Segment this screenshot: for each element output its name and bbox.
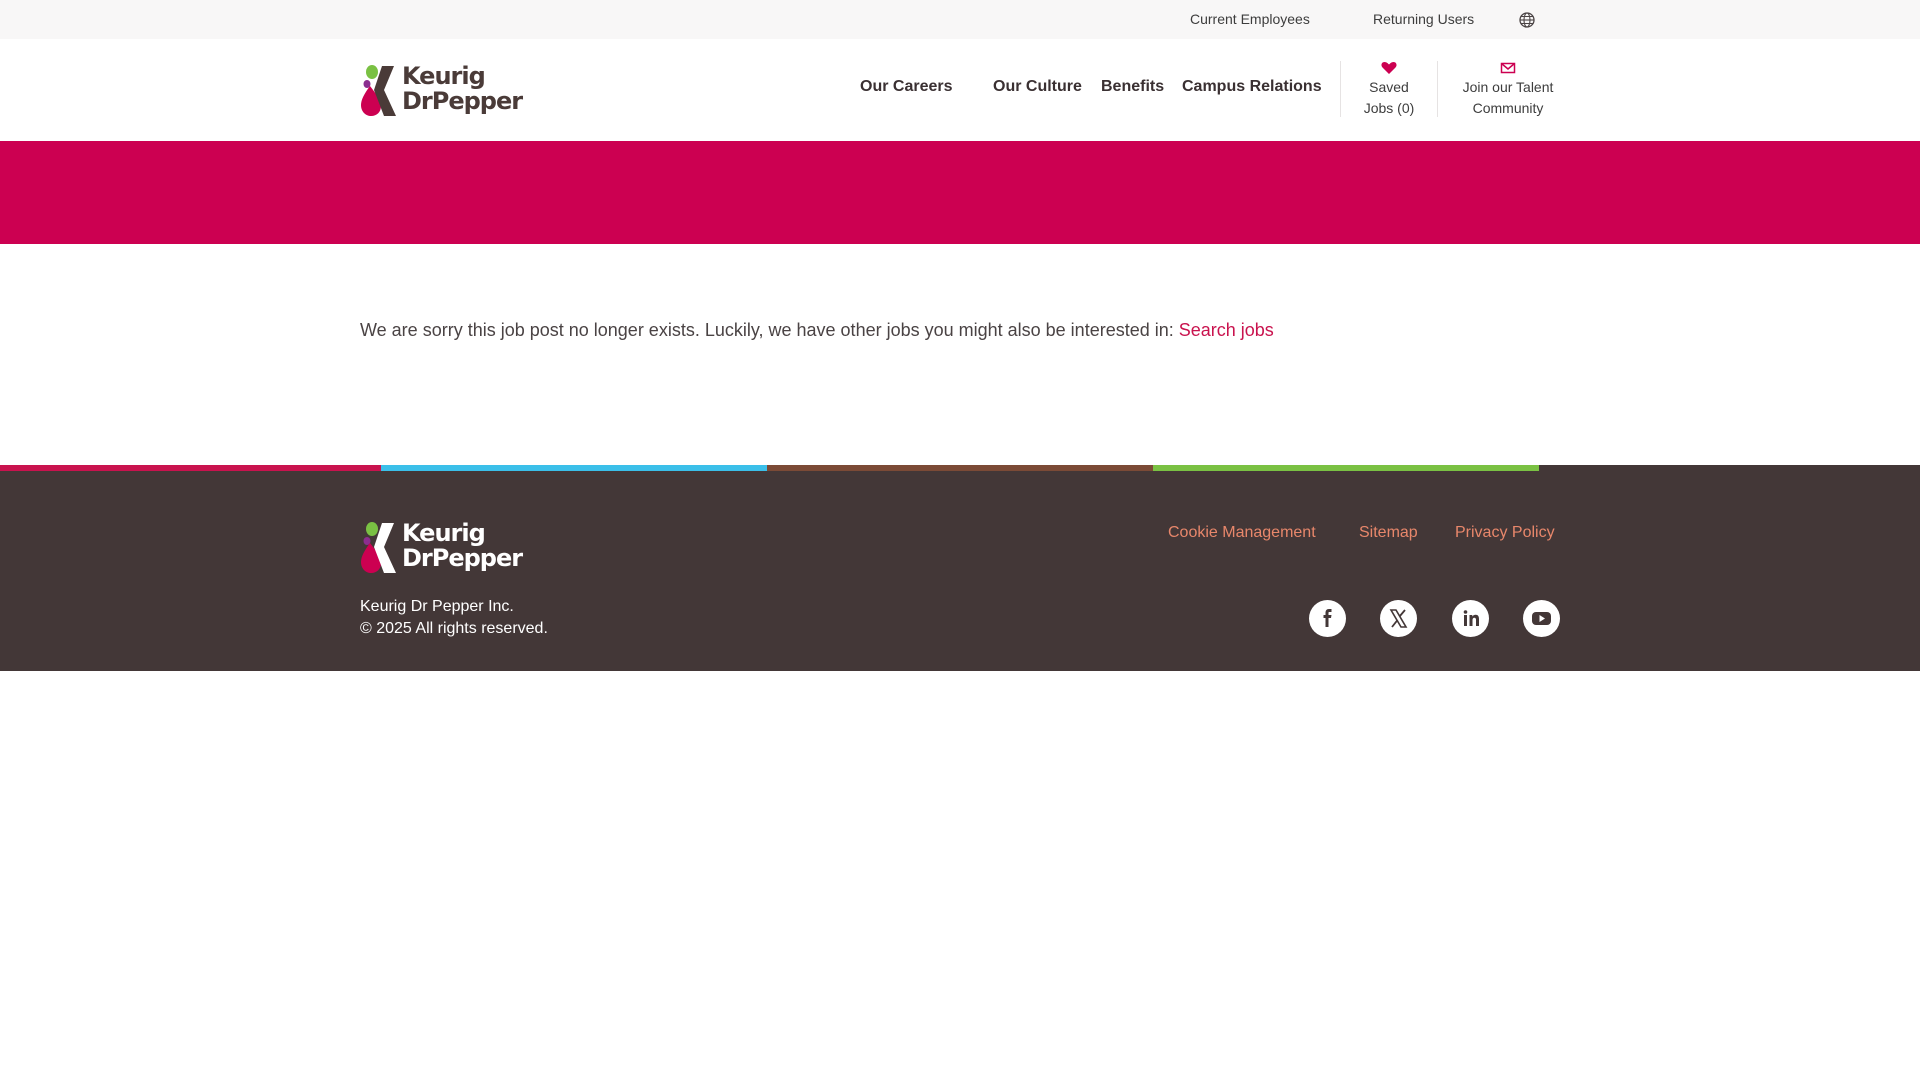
- footer-logo[interactable]: Keurig DrPepper: [360, 519, 535, 575]
- company-name: Keurig Dr Pepper Inc.: [360, 598, 514, 615]
- sitemap-link[interactable]: Sitemap: [1359, 524, 1418, 542]
- nav-divider: [1340, 61, 1341, 117]
- keurig-dr-pepper-logo[interactable]: Keurig DrPepper: [360, 62, 535, 118]
- talent-community-label-line1: Join our Talent: [1462, 79, 1554, 95]
- site-header: Keurig DrPepper Our Careers Our Culture …: [0, 39, 1920, 141]
- nav-our-careers[interactable]: Our Careers: [860, 78, 953, 96]
- linkedin-link[interactable]: [1452, 600, 1489, 637]
- talent-community-label-line2: Community: [1472, 100, 1544, 116]
- job-not-found-message: We are sorry this job post no longer exi…: [360, 320, 1274, 341]
- footer-logo-text-line1: Keurig: [402, 519, 486, 547]
- copyright: © 2025 All rights reserved.: [360, 620, 548, 637]
- logo-text-line2: DrPepper: [402, 87, 523, 115]
- x-twitter-icon: [1389, 609, 1408, 628]
- globe-icon[interactable]: [1518, 11, 1536, 29]
- logo-drops-icon: [361, 522, 396, 573]
- search-jobs-link[interactable]: Search jobs: [1179, 320, 1274, 340]
- returning-users-link[interactable]: Returning Users: [1373, 11, 1474, 27]
- logo-drops-icon: [361, 65, 396, 116]
- company-info: Keurig Dr Pepper Inc. © 2025 All rights …: [360, 596, 548, 640]
- nav-campus-relations[interactable]: Campus Relations: [1182, 78, 1322, 96]
- nav-benefits[interactable]: Benefits: [1101, 78, 1164, 96]
- site-footer: Keurig DrPepper Keurig Dr Pepper Inc. © …: [0, 471, 1920, 671]
- saved-jobs-label-line1: Saved: [1369, 79, 1409, 95]
- cookie-management-link[interactable]: Cookie Management: [1168, 524, 1316, 542]
- footer-logo-text-line2: DrPepper: [402, 544, 523, 572]
- job-not-found-text: We are sorry this job post no longer exi…: [360, 320, 1179, 340]
- page-blank-area: [0, 671, 1920, 1080]
- saved-jobs-link[interactable]: Saved Jobs (0): [1349, 61, 1429, 119]
- saved-jobs-label-line2: Jobs (0): [1363, 100, 1415, 116]
- logo-text-line1: Keurig: [402, 62, 486, 90]
- current-employees-link[interactable]: Current Employees: [1190, 11, 1310, 27]
- facebook-link[interactable]: [1309, 600, 1346, 637]
- linkedin-icon: [1463, 610, 1479, 626]
- x-twitter-link[interactable]: [1380, 600, 1417, 637]
- youtube-icon: [1532, 612, 1551, 625]
- join-talent-community-link[interactable]: Join our Talent Community: [1448, 61, 1568, 119]
- facebook-icon: [1323, 609, 1332, 627]
- envelope-icon: [1500, 62, 1516, 74]
- utility-bar: Current Employees Returning Users: [0, 0, 1920, 39]
- youtube-link[interactable]: [1523, 600, 1560, 637]
- nav-divider: [1437, 61, 1438, 117]
- heart-icon: [1381, 62, 1397, 74]
- nav-our-culture[interactable]: Our Culture: [993, 78, 1082, 96]
- privacy-policy-link[interactable]: Privacy Policy: [1455, 524, 1555, 542]
- hero-banner: [0, 141, 1920, 244]
